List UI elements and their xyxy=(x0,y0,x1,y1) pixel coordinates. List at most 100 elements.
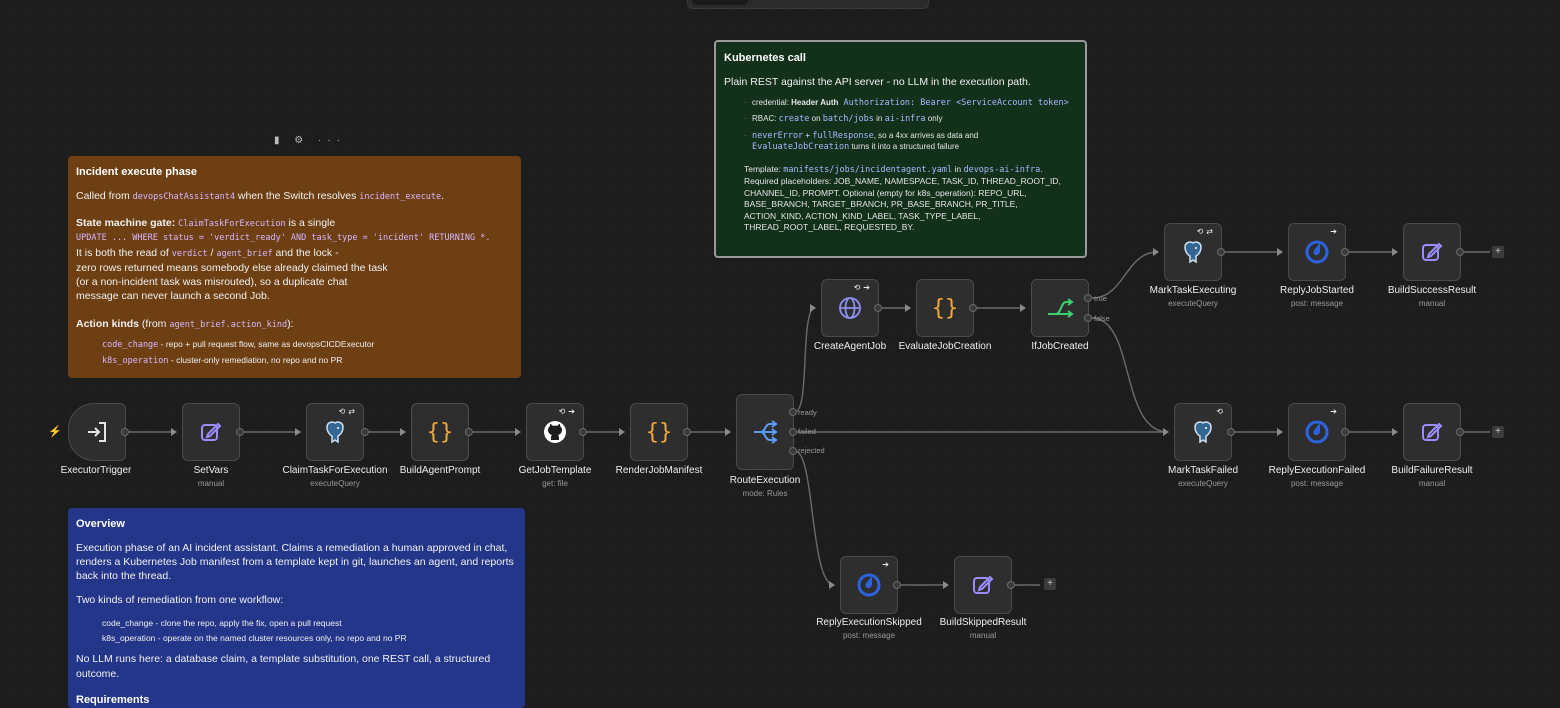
output-port-ready[interactable] xyxy=(789,408,797,416)
output-port[interactable] xyxy=(121,428,129,436)
node-reply-execution-skipped[interactable]: ➔ xyxy=(840,556,898,614)
output-port[interactable] xyxy=(1227,428,1235,436)
output-port[interactable] xyxy=(236,428,244,436)
note-heading: Requirements xyxy=(76,693,150,706)
list-item: k8s_operation - cluster-only remediation… xyxy=(102,355,343,367)
edge-route-skipped xyxy=(794,450,835,586)
pencil-square-icon xyxy=(973,575,994,594)
output-port[interactable] xyxy=(361,428,369,436)
output-port[interactable] xyxy=(1341,248,1349,256)
note-text: Action kinds (from agent_brief.action_ki… xyxy=(76,318,294,331)
node-if-job-created[interactable] xyxy=(1031,279,1089,337)
curly-braces-icon: {} xyxy=(931,295,959,321)
node-reply-execution-failed[interactable]: ➔ xyxy=(1288,403,1346,461)
canvas-top-toolbar[interactable] xyxy=(687,0,929,9)
note-text: Execution phase of an AI incident assist… xyxy=(76,541,514,583)
node-mark-task-failed[interactable]: ⟲ xyxy=(1174,403,1232,461)
mattermost-icon xyxy=(857,573,881,597)
switch-branch-icon xyxy=(754,420,778,444)
pencil-square-icon xyxy=(1422,242,1443,261)
edge-route-create xyxy=(794,307,816,413)
mattermost-icon xyxy=(1305,240,1329,264)
run-once-icon: ➔ xyxy=(1330,227,1340,236)
node-label: BuildSuccessResult xyxy=(1387,285,1477,296)
toolbar-active-segment[interactable] xyxy=(692,0,748,5)
output-port[interactable] xyxy=(1456,248,1464,256)
add-node-button[interactable]: + xyxy=(1044,578,1056,590)
note-text: Called from devopsChatAssistant4 when th… xyxy=(76,189,445,202)
node-set-vars[interactable] xyxy=(182,403,240,461)
output-port-true[interactable] xyxy=(1084,294,1092,302)
run-once-icon: ⟲➔ xyxy=(853,283,873,292)
node-build-agent-prompt[interactable]: {} xyxy=(411,403,469,461)
output-port[interactable] xyxy=(1341,428,1349,436)
node-mark-task-executing[interactable]: ⟲⇄ xyxy=(1164,223,1222,281)
globe-icon xyxy=(839,297,861,319)
node-subtitle: executeQuery xyxy=(310,479,360,488)
add-node-button[interactable]: + xyxy=(1492,246,1504,258)
note-title: Incident execute phase xyxy=(76,166,198,178)
output-port[interactable] xyxy=(893,581,901,589)
list-item: credential: Header Auth Authorization: B… xyxy=(744,98,1077,109)
output-label-rejected: rejected xyxy=(798,446,825,455)
node-label: BuildFailureResult xyxy=(1391,465,1473,476)
note-template-text: Template: manifests/jobs/incidentagent.y… xyxy=(744,163,1061,233)
node-create-agent-job[interactable]: ⟲➔ xyxy=(821,279,879,337)
output-port[interactable] xyxy=(1456,428,1464,436)
output-port[interactable] xyxy=(683,428,691,436)
sticky-note-kubernetes-call[interactable]: Kubernetes call Plain REST against the A… xyxy=(714,40,1087,258)
output-port[interactable] xyxy=(874,304,882,312)
node-subtitle: manual xyxy=(1418,479,1446,488)
node-reply-job-started[interactable]: ➔ xyxy=(1288,223,1346,281)
curly-braces-icon: {} xyxy=(645,419,673,445)
edge-if-markfailed xyxy=(1091,317,1169,433)
node-get-job-template[interactable]: ⟲➔ xyxy=(526,403,584,461)
sticky-note-overview[interactable]: Overview Execution phase of an AI incide… xyxy=(68,508,525,708)
note-title: Kubernetes call xyxy=(724,52,806,64)
output-label-failed: failed xyxy=(798,427,816,436)
node-executor-trigger[interactable] xyxy=(68,403,126,461)
if-branch-icon xyxy=(1048,298,1074,318)
output-port-rejected[interactable] xyxy=(789,447,797,455)
node-evaluate-job-creation[interactable]: {} xyxy=(916,279,974,337)
note-text: message can never launch a second Job. xyxy=(76,290,270,303)
pencil-square-icon xyxy=(201,422,222,441)
output-port[interactable] xyxy=(969,304,977,312)
node-label: IfJobCreated xyxy=(1031,341,1089,352)
pencil-square-icon xyxy=(1422,422,1443,441)
output-port[interactable] xyxy=(1217,248,1225,256)
output-port[interactable] xyxy=(1007,581,1015,589)
retry-loop-icon: ⟲⇄ xyxy=(1196,227,1216,236)
sticky-note-incident-phase[interactable]: Incident execute phase Called from devop… xyxy=(68,156,521,378)
list-item: code_change - repo + pull request flow, … xyxy=(102,338,375,350)
note-title: Overview xyxy=(76,518,125,530)
run-once-icon: ➔ xyxy=(882,560,892,569)
node-build-skipped-result[interactable] xyxy=(954,556,1012,614)
node-subtitle: manual xyxy=(969,631,997,640)
node-label: RouteExecution xyxy=(729,475,801,486)
retry-loop-icon: ⟲ xyxy=(1216,407,1226,416)
node-render-job-manifest[interactable]: {} xyxy=(630,403,688,461)
trigger-bolt-icon: ⚡ xyxy=(48,426,62,438)
run-once-icon: ⟲➔ xyxy=(558,407,578,416)
note-text: Plain REST against the API server - no L… xyxy=(724,75,1031,88)
note-toolbar[interactable]: ▮ ⚙ ··· xyxy=(274,135,346,146)
output-port-failed[interactable] xyxy=(789,428,797,436)
add-node-button[interactable]: + xyxy=(1492,426,1504,438)
node-route-execution[interactable] xyxy=(736,394,794,470)
note-text: zero rows returned means somebody else a… xyxy=(76,261,388,274)
output-port[interactable] xyxy=(465,428,473,436)
note-text: Two kinds of remediation from one workfl… xyxy=(76,594,284,607)
list-item: neverError + fullResponse, so a 4xx arri… xyxy=(744,131,1077,154)
node-subtitle: mode: Rules xyxy=(742,489,788,498)
retry-loop-icon: ⟲⇄ xyxy=(338,407,358,416)
output-port[interactable] xyxy=(579,428,587,436)
output-port-false[interactable] xyxy=(1084,314,1092,322)
github-icon xyxy=(544,421,566,443)
node-claim-task-for-execution[interactable]: ⟲⇄ xyxy=(306,403,364,461)
node-build-success-result[interactable] xyxy=(1403,223,1461,281)
node-build-failure-result[interactable] xyxy=(1403,403,1461,461)
output-label-ready: ready xyxy=(798,408,817,417)
node-subtitle: get: file xyxy=(542,479,568,488)
list-item: RBAC: create on batch/jobs in ai-infra o… xyxy=(744,114,1077,125)
